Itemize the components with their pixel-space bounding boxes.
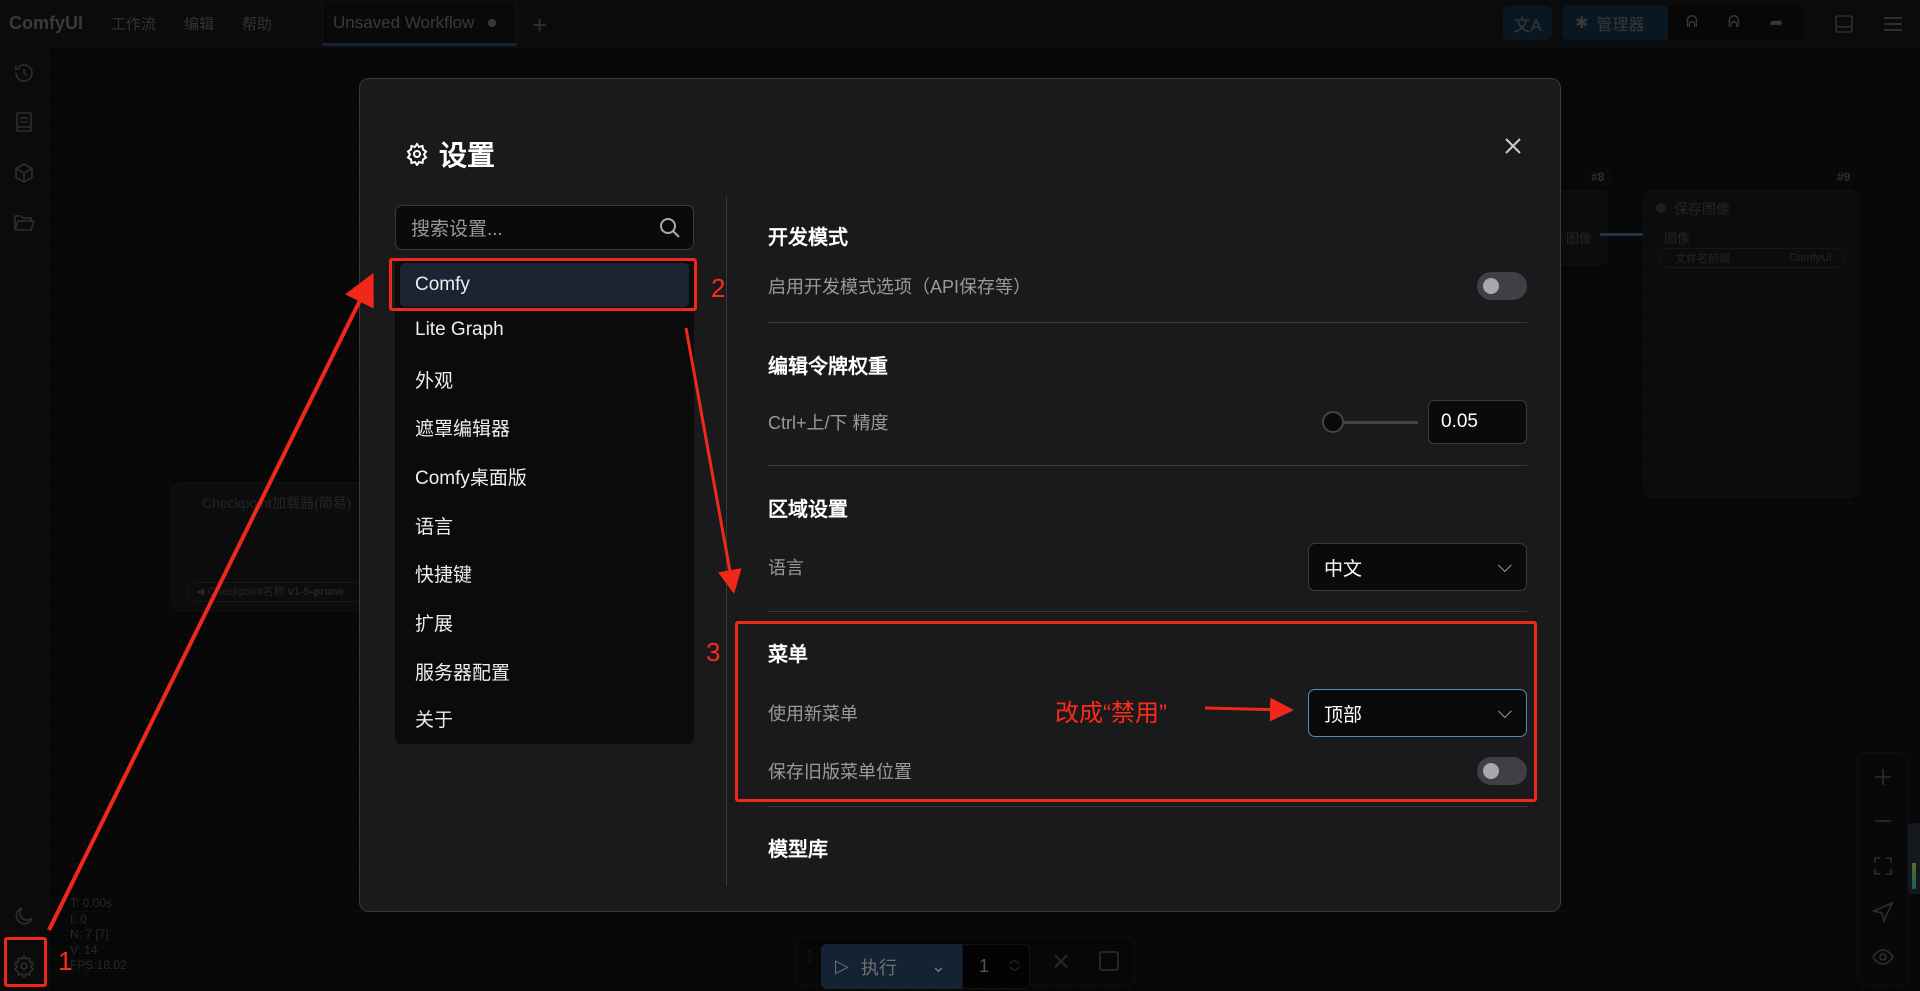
dev-mode-toggle[interactable] [1477,272,1527,300]
slider-track [1332,421,1418,424]
divider [768,465,1527,466]
section-heading-model-library: 模型库 [768,839,828,861]
settings-category-list: Comfy Lite Graph 外观 遮罩编辑器 Comfy桌面版 语言 快捷… [395,258,694,744]
divider [768,322,1527,323]
gear-icon [406,142,428,166]
annotation-box-settings [4,937,47,987]
precision-slider[interactable] [1322,411,1418,433]
precision-input[interactable]: 0.05 [1428,400,1527,444]
section-heading-token-weight: 编辑令牌权重 [768,356,888,378]
dialog-title: 设置 [405,134,495,174]
settings-search-input[interactable]: 搜索设置... [395,205,694,250]
nav-item-extensions[interactable]: 扩展 [400,600,689,644]
setting-row-language: 语言 中文 ⌵ [768,543,1527,591]
annotation-box-comfy [389,258,697,311]
annotation-step-1: 1 [58,946,73,976]
nav-item-mask-editor[interactable]: 遮罩编辑器 [400,405,689,449]
nav-item-keybindings[interactable]: 快捷键 [400,551,689,595]
divider [768,806,1527,807]
dialog-title-text: 设置 [439,140,496,171]
setting-label: 语言 [768,558,804,578]
divider [768,611,1527,612]
language-select[interactable]: 中文 ⌵ [1308,543,1527,591]
setting-row-dev-mode: 启用开发模式选项（API保存等） [768,266,1527,306]
nav-item-about[interactable]: 关于 [400,696,689,740]
slider-handle[interactable] [1322,411,1344,433]
annotation-step-2: 2 [711,273,726,303]
setting-row-precision: Ctrl+上/下 精度 0.05 [768,400,1527,444]
nav-item-server-config[interactable]: 服务器配置 [400,649,689,693]
search-icon [660,218,680,238]
nav-item-litegraph[interactable]: Lite Graph [400,308,689,352]
close-icon[interactable] [1502,135,1524,157]
section-heading-locale: 区域设置 [768,499,848,521]
nav-item-language[interactable]: 语言 [400,503,689,547]
nav-item-appearance[interactable]: 外观 [400,357,689,401]
section-heading-dev-mode: 开发模式 [768,227,848,249]
select-value: 中文 [1324,558,1363,580]
annotation-note: 改成“禁用” [1055,700,1167,727]
precision-control: 0.05 [1322,400,1527,444]
search-placeholder: 搜索设置... [411,219,503,240]
precision-value: 0.05 [1441,411,1478,432]
setting-label: Ctrl+上/下 精度 [768,413,889,433]
setting-label: 启用开发模式选项（API保存等） [768,277,1032,297]
divider [726,196,727,886]
nav-item-desktop[interactable]: Comfy桌面版 [400,454,689,498]
annotation-step-3: 3 [706,637,721,667]
chevron-down-icon: ⌵ [1497,556,1512,577]
